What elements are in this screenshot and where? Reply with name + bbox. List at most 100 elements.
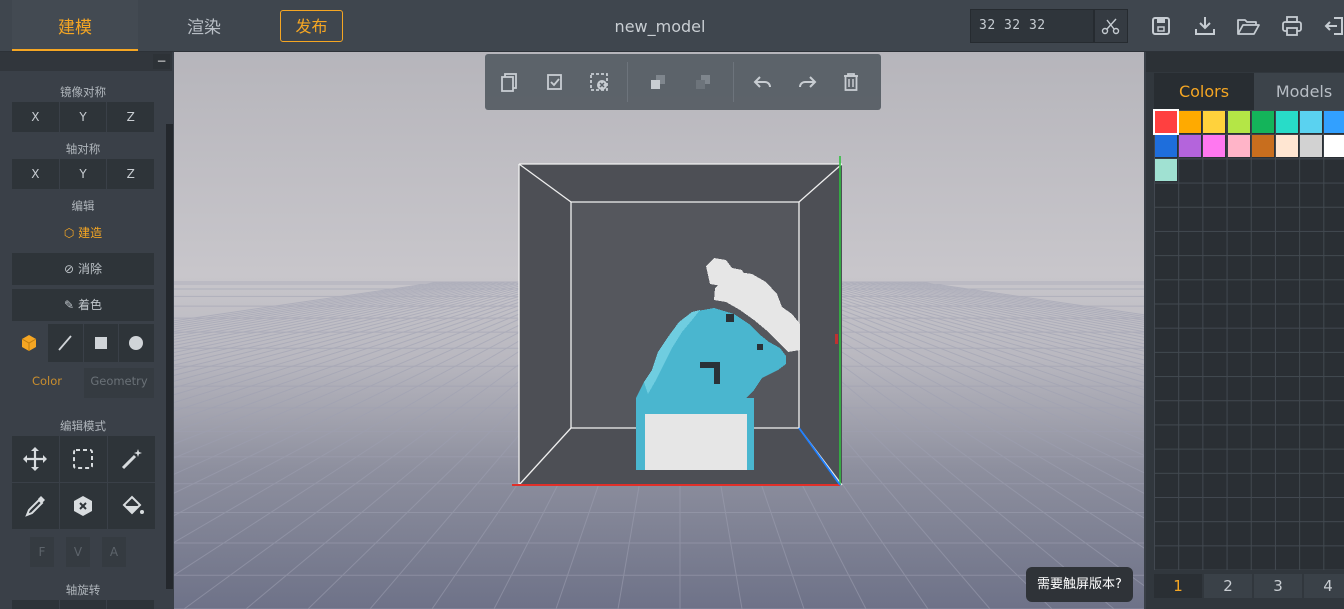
left-scrollbar[interactable] (166, 124, 173, 589)
resize-button[interactable] (1094, 9, 1128, 43)
cube-shape-button[interactable] (12, 324, 47, 362)
print-icon[interactable] (1279, 13, 1305, 39)
floor-grid (174, 156, 1144, 609)
color-subtab[interactable]: Color (12, 368, 82, 398)
3d-viewport[interactable]: 需要触屏版本? (174, 52, 1144, 609)
square-shape-button[interactable] (83, 324, 119, 362)
mirror-z-button[interactable]: Z (107, 102, 155, 132)
circle-shape-button[interactable] (119, 324, 154, 362)
palette-page-3[interactable]: 3 (1254, 574, 1302, 598)
group-icon[interactable] (646, 70, 670, 94)
select-tool-button[interactable] (60, 436, 107, 482)
circle-icon (129, 336, 144, 350)
color-swatch[interactable] (1276, 135, 1298, 158)
color-swatch[interactable] (1153, 109, 1179, 135)
undo-icon[interactable] (751, 70, 775, 94)
mirror-x-button[interactable]: X (12, 102, 59, 132)
geometry-subtab[interactable]: Geometry (84, 368, 154, 398)
tab-model[interactable]: 建模 (12, 0, 138, 51)
square-icon (94, 337, 107, 349)
palette-page-1[interactable]: 1 (1154, 574, 1202, 598)
build-icon: ⬡ (63, 226, 75, 240)
move-tool-button[interactable] (12, 436, 59, 482)
color-swatch[interactable] (1179, 111, 1202, 133)
axis-y-button[interactable]: Y (59, 159, 107, 189)
color-swatch[interactable] (1300, 135, 1323, 158)
eyedropper-icon (25, 496, 45, 517)
vertex-mode-button[interactable]: V (66, 537, 90, 567)
color-swatch[interactable] (1276, 111, 1298, 133)
save-icon[interactable] (1148, 13, 1174, 39)
rotate-x-button[interactable] (12, 600, 59, 609)
line-shape-button[interactable] (47, 324, 83, 362)
scissors-icon (1101, 18, 1120, 35)
tab-render[interactable]: 渲染 (140, 0, 268, 51)
toolbar-divider (733, 62, 734, 102)
erase-label: 消除 (77, 262, 102, 276)
eyedropper-tool-button[interactable] (12, 483, 59, 529)
mirror-y-button[interactable]: Y (59, 102, 107, 132)
redo-icon[interactable] (795, 70, 819, 94)
color-swatch[interactable] (1324, 111, 1344, 133)
magic-wand-tool-button[interactable] (108, 436, 155, 482)
move-icon (23, 447, 47, 471)
paint-button[interactable]: ✎ 着色 (12, 289, 154, 321)
grid-line (174, 281, 519, 357)
rotate-y-button[interactable] (59, 600, 107, 609)
model-title: new_model (614, 17, 706, 36)
rotate-z-button[interactable] (107, 600, 155, 609)
grid-line (174, 281, 489, 340)
all-mode-button[interactable]: A (102, 537, 126, 567)
color-swatch[interactable] (1227, 135, 1250, 158)
color-swatch[interactable] (1251, 135, 1274, 158)
delete-selection-icon[interactable] (587, 70, 611, 94)
edit-mode-grid (12, 436, 155, 529)
mirror-label: 镜像对称 (60, 85, 106, 99)
axis-z-button[interactable]: Z (107, 159, 155, 189)
fill-tool-button[interactable] (108, 483, 155, 529)
ungroup-icon[interactable] (691, 70, 715, 94)
color-swatch[interactable] (1155, 135, 1177, 158)
touch-version-button[interactable]: 需要触屏版本? (1026, 567, 1133, 602)
color-swatch[interactable] (1155, 159, 1177, 182)
color-swatch[interactable] (1179, 135, 1202, 158)
top-bar: 建模 渲染 发布 new_model 32 32 32 (0, 0, 1344, 52)
open-folder-icon[interactable] (1235, 13, 1261, 39)
color-swatch[interactable] (1324, 135, 1344, 158)
exit-icon[interactable] (1322, 13, 1344, 39)
paint-brush-icon: ✎ (64, 298, 75, 312)
grid-line (871, 281, 1144, 333)
download-icon[interactable] (1192, 13, 1218, 39)
axis-x-button[interactable]: X (12, 159, 59, 189)
copy-icon[interactable] (498, 70, 522, 94)
face-mode-button[interactable]: F (30, 537, 54, 567)
color-swatch[interactable] (1203, 135, 1226, 158)
hex-delete-icon (74, 496, 92, 516)
color-swatch[interactable] (1203, 111, 1226, 133)
delete-voxel-tool-button[interactable] (60, 483, 107, 529)
tab-models[interactable]: Models (1254, 73, 1344, 110)
line-icon (58, 335, 72, 351)
collapse-button[interactable]: − (153, 54, 170, 69)
paste-check-icon[interactable] (543, 70, 567, 94)
build-label: 建造 (78, 226, 103, 240)
edit-toolbar (485, 54, 881, 110)
color-swatch[interactable] (1227, 111, 1250, 133)
tab-colors[interactable]: Colors (1154, 73, 1254, 110)
publish-button[interactable]: 发布 (280, 10, 343, 42)
trash-icon[interactable] (839, 70, 863, 94)
color-swatch[interactable] (1300, 111, 1323, 133)
build-button[interactable]: ⬡ 建造 (12, 217, 154, 249)
dimensions-input[interactable]: 32 32 32 (970, 9, 1094, 43)
axis-axes: X Y Z (12, 159, 155, 189)
grid-line (865, 281, 1144, 335)
edit-mode-label: 编辑模式 (60, 419, 106, 433)
color-swatch[interactable] (1251, 111, 1274, 133)
rotate-label: 轴旋转 (65, 583, 101, 597)
grid-line (174, 281, 513, 353)
palette-page-4[interactable]: 4 (1304, 574, 1344, 598)
grid-line (174, 281, 537, 371)
erase-button[interactable]: ⊘ 消除 (12, 253, 154, 285)
grid-line (799, 281, 1144, 383)
palette-page-2[interactable]: 2 (1204, 574, 1252, 598)
